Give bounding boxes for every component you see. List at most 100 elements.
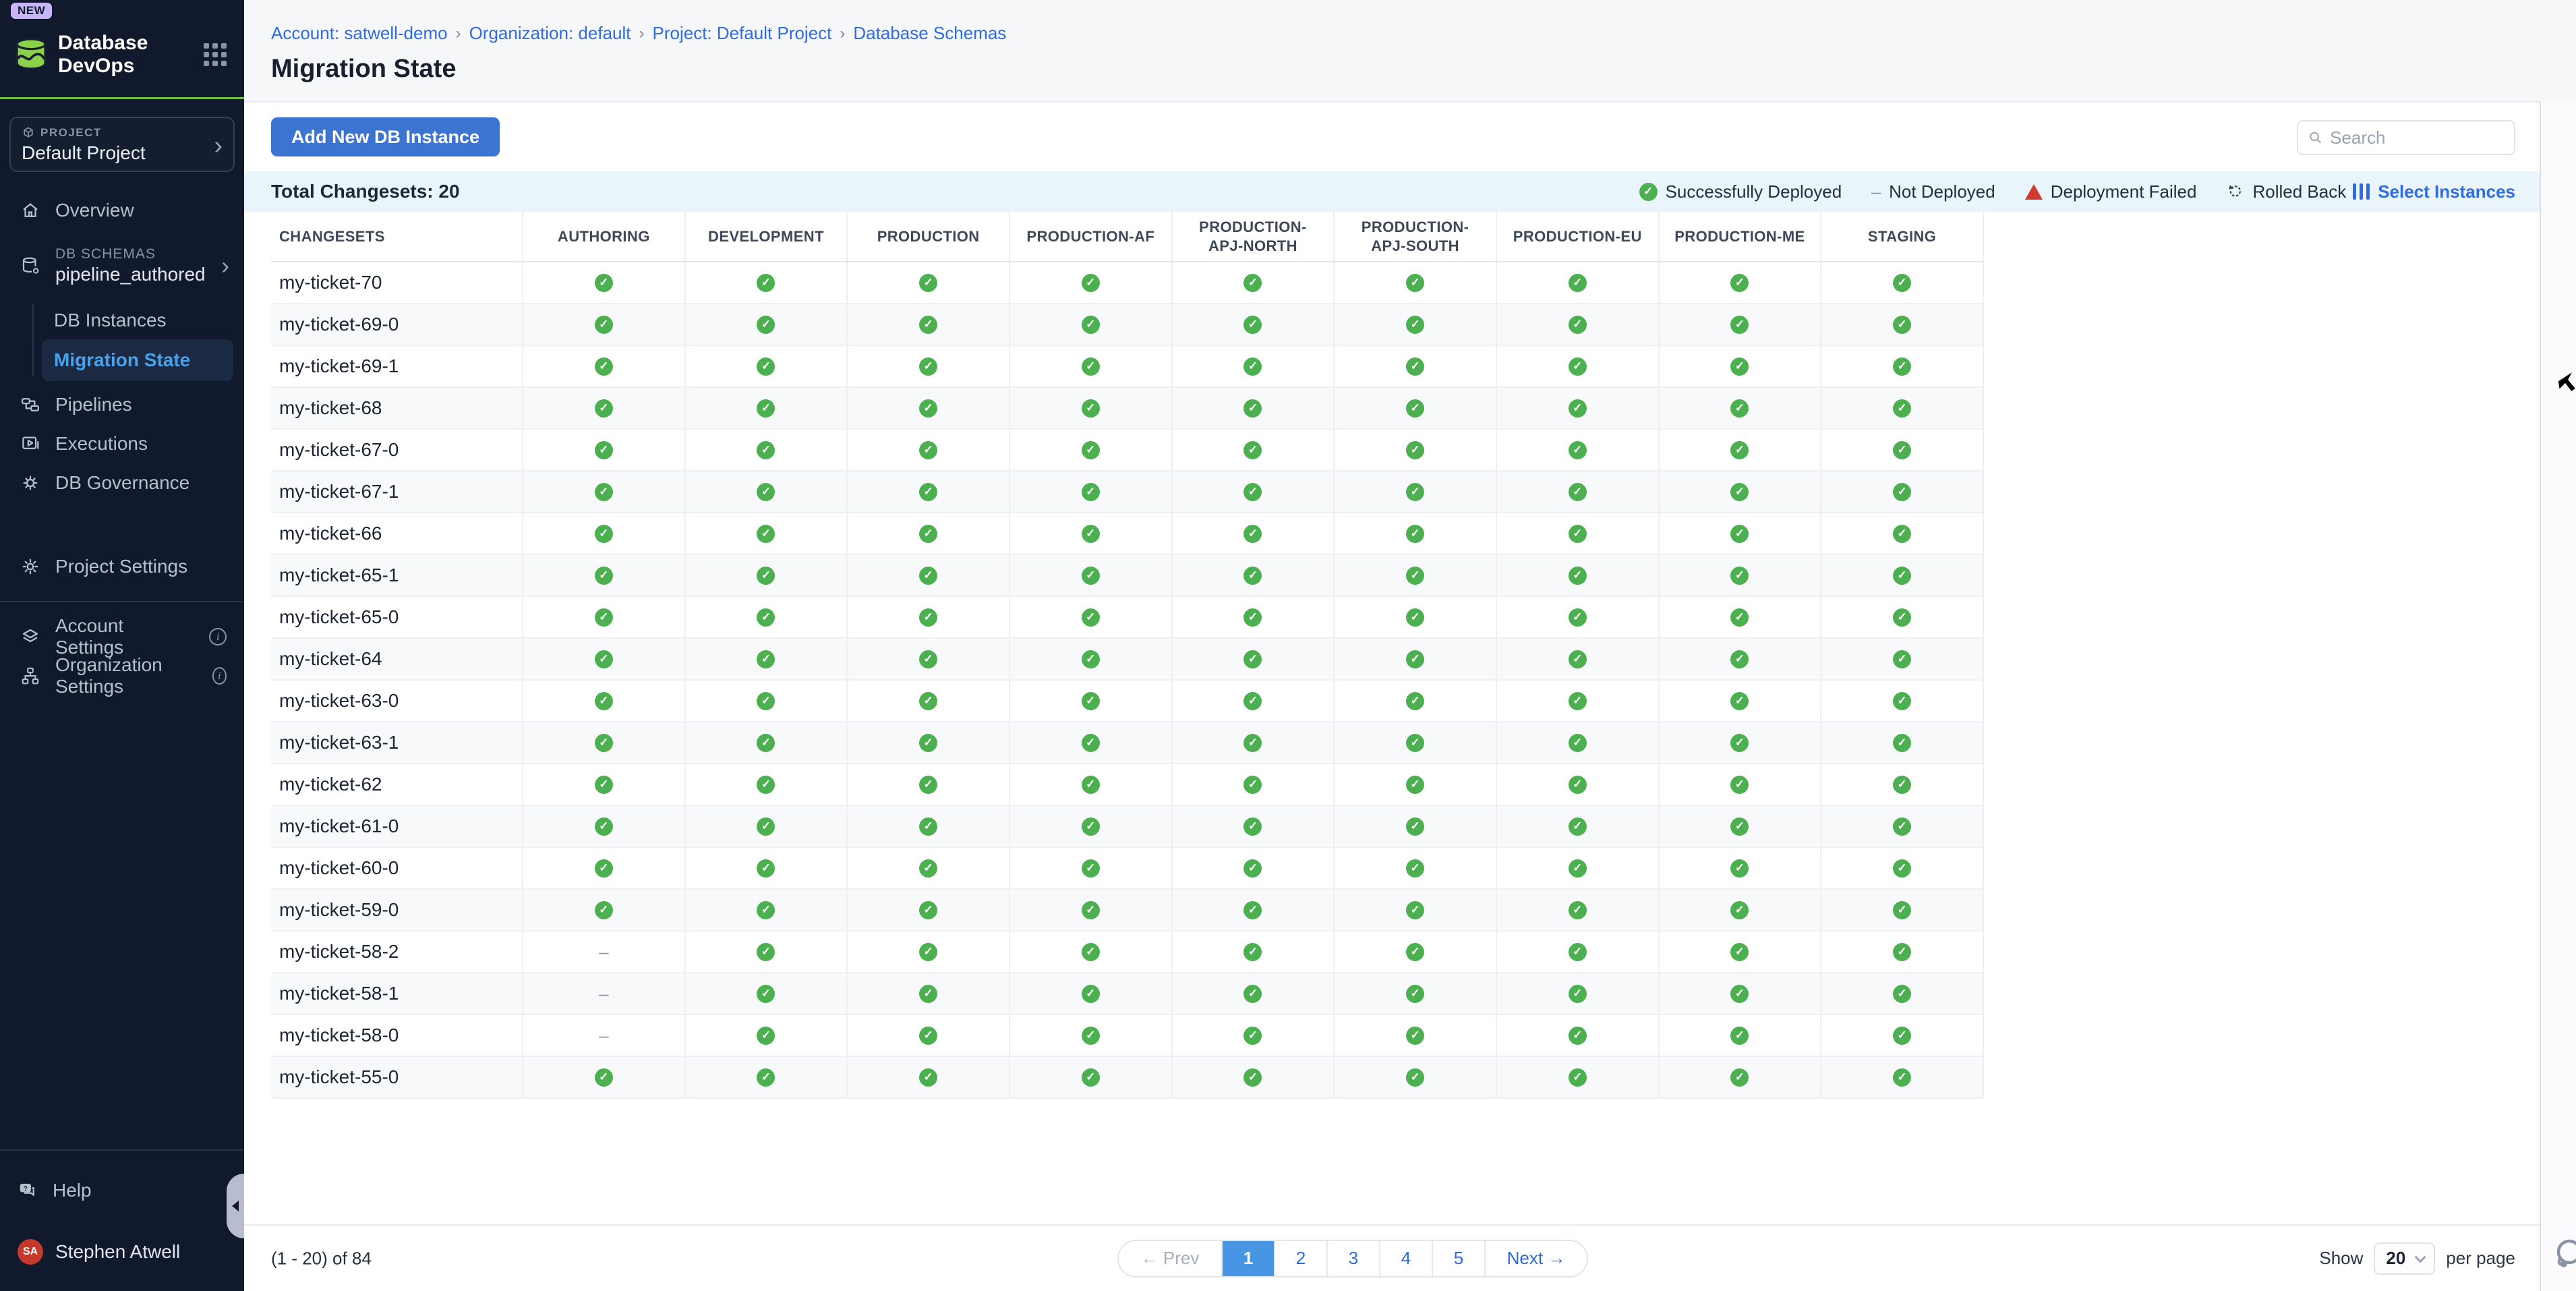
status-cell: ✓ xyxy=(685,847,848,889)
changeset-name: my-ticket-65-0 xyxy=(271,596,523,638)
status-cell: ✓ xyxy=(685,722,848,764)
sidebar-item-migration-state[interactable]: Migration State xyxy=(42,339,233,381)
sidebar-item-label: Project Settings xyxy=(55,556,187,577)
status-cell: ✓ xyxy=(685,345,848,387)
search-input[interactable] xyxy=(2330,127,2505,148)
success-check-icon: ✓ xyxy=(1893,399,1911,418)
add-new-db-instance-button[interactable]: Add New DB Instance xyxy=(271,117,500,156)
app-switcher-grid-icon[interactable] xyxy=(204,43,227,66)
success-check-icon: ✓ xyxy=(595,525,613,543)
gear-icon xyxy=(20,556,40,577)
success-check-icon: ✓ xyxy=(757,525,775,543)
status-cell: ✓ xyxy=(1009,596,1172,638)
success-check-icon: ✓ xyxy=(1893,776,1911,794)
user-menu[interactable]: SA Stephen Atwell xyxy=(0,1230,244,1273)
status-cell: ✓ xyxy=(1821,304,1983,345)
sidebar-item-account-settings[interactable]: Account Settings i xyxy=(0,617,244,656)
page-button-2[interactable]: 2 xyxy=(1274,1241,1326,1276)
sidebar-item-db-instances[interactable]: DB Instances xyxy=(42,302,244,339)
success-check-icon: ✓ xyxy=(595,483,613,501)
status-cell: ✓ xyxy=(685,1056,848,1098)
success-check-icon: ✓ xyxy=(1730,901,1749,919)
info-icon[interactable]: i xyxy=(209,628,227,646)
governance-gear-icon xyxy=(20,473,40,493)
search-box[interactable] xyxy=(2297,120,2515,155)
sidebar-collapse-handle[interactable] xyxy=(227,1174,244,1238)
sidebar-item-help[interactable]: ? Help xyxy=(0,1171,244,1210)
table-header-row: CHANGESETSAUTHORINGDEVELOPMENTPRODUCTION… xyxy=(271,212,1983,262)
success-check-icon: ✓ xyxy=(1569,776,1587,794)
success-check-icon: ✓ xyxy=(1893,734,1911,752)
page-button-4[interactable]: 4 xyxy=(1379,1241,1432,1276)
breadcrumb-project-link[interactable]: Project: Default Project xyxy=(653,23,832,44)
page-button-5[interactable]: 5 xyxy=(1432,1241,1484,1276)
status-cell: ✓ xyxy=(1496,513,1659,554)
chevron-right-icon: › xyxy=(221,252,229,280)
status-cell: ✓ xyxy=(1334,638,1496,680)
success-check-icon: ✓ xyxy=(1082,817,1100,836)
sidebar-nav: Overview DB SCHEMAS pipeline_authored › … xyxy=(0,191,244,695)
sidebar-item-db-schemas[interactable]: DB SCHEMAS pipeline_authored › xyxy=(0,237,244,295)
prev-page-button[interactable]: ← Prev xyxy=(1119,1241,1221,1276)
status-cell: ✓ xyxy=(1009,973,1172,1014)
show-label: Show xyxy=(2319,1248,2363,1269)
changeset-name: my-ticket-68 xyxy=(271,387,523,429)
success-check-icon: ✓ xyxy=(919,817,937,836)
success-check-icon: ✓ xyxy=(1406,943,1424,961)
status-cell: ✓ xyxy=(1009,764,1172,805)
changeset-name: my-ticket-62 xyxy=(271,764,523,805)
table-row: my-ticket-67-1✓✓✓✓✓✓✓✓✓ xyxy=(271,471,1983,513)
status-cell: ✓ xyxy=(1496,889,1659,931)
success-check-icon: ✓ xyxy=(1082,567,1100,585)
sidebar-item-organization-settings[interactable]: Organization Settings i xyxy=(0,656,244,695)
sidebar-item-pipelines[interactable]: Pipelines xyxy=(0,385,244,424)
status-cell: ✓ xyxy=(1172,345,1335,387)
status-cell: ✓ xyxy=(1334,1056,1496,1098)
status-cell: ✓ xyxy=(847,847,1009,889)
status-cell: ✓ xyxy=(523,596,685,638)
status-cell: ✓ xyxy=(685,596,848,638)
changeset-name: my-ticket-66 xyxy=(271,513,523,554)
status-cell: ✓ xyxy=(1821,889,1983,931)
page-size-select[interactable]: 20 xyxy=(2374,1242,2435,1275)
status-cell: ✓ xyxy=(1496,1014,1659,1056)
info-icon[interactable]: i xyxy=(212,667,227,685)
next-page-button[interactable]: Next → xyxy=(1484,1241,1587,1276)
success-check-icon: ✓ xyxy=(1406,1068,1424,1087)
page-button-1[interactable]: 1 xyxy=(1221,1241,1274,1276)
success-check-icon: ✓ xyxy=(919,567,937,585)
results-range: (1 - 20) of 84 xyxy=(271,1248,372,1269)
success-check-icon: ✓ xyxy=(919,859,937,878)
project-selector[interactable]: PROJECT Default Project › xyxy=(9,117,235,172)
sidebar-item-executions[interactable]: Executions xyxy=(0,424,244,463)
select-instances-button[interactable]: Select Instances xyxy=(2353,181,2515,202)
changeset-name: my-ticket-69-1 xyxy=(271,345,523,387)
status-cell: ✓ xyxy=(1821,596,1983,638)
sidebar-item-overview[interactable]: Overview xyxy=(0,191,244,230)
success-check-icon: ✓ xyxy=(1243,943,1262,961)
status-cell: ✓ xyxy=(847,931,1009,973)
success-check-icon: ✓ xyxy=(1730,274,1749,292)
status-cell: ✓ xyxy=(847,889,1009,931)
breadcrumb-database-schemas-link[interactable]: Database Schemas xyxy=(853,23,1006,44)
status-cell: ✓ xyxy=(1334,764,1496,805)
sidebar-item-db-governance[interactable]: DB Governance xyxy=(0,463,244,503)
status-cell: ✓ xyxy=(1172,973,1335,1014)
page-button-3[interactable]: 3 xyxy=(1326,1241,1379,1276)
breadcrumb-organization-link[interactable]: Organization: default xyxy=(469,23,631,44)
main-content: Account: satwell-demo › Organization: de… xyxy=(244,0,2576,1291)
status-cell: ✓ xyxy=(847,638,1009,680)
mouse-cursor xyxy=(2557,370,2576,394)
status-cell: ✓ xyxy=(1821,1014,1983,1056)
success-check-icon: ✓ xyxy=(1406,1027,1424,1045)
success-check-icon: ✓ xyxy=(1082,483,1100,501)
sidebar-item-project-settings[interactable]: Project Settings xyxy=(0,547,244,586)
success-check-icon: ✓ xyxy=(1243,1068,1262,1087)
success-check-icon: ✓ xyxy=(1243,650,1262,668)
breadcrumb-account-link[interactable]: Account: satwell-demo xyxy=(271,23,448,44)
status-cell: ✓ xyxy=(523,889,685,931)
success-check-icon: ✓ xyxy=(1893,357,1911,376)
success-check-icon: ✓ xyxy=(1569,650,1587,668)
support-chat-icon[interactable] xyxy=(2553,1236,2576,1273)
column-header: PRODUCTION-APJ-SOUTH xyxy=(1334,212,1496,262)
